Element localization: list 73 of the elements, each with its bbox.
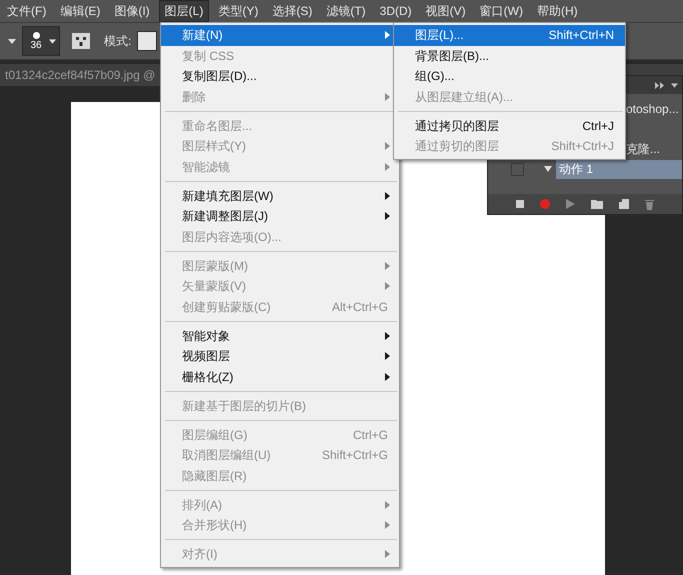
menu-item[interactable]: 新建填充图层(W) <box>161 186 399 206</box>
menu-bar-item[interactable]: 窗口(W) <box>474 0 528 22</box>
action-row[interactable]: 动作 1 <box>556 160 682 178</box>
menu-item-label: 图层编组(G) <box>182 426 248 444</box>
menu-item[interactable]: 背景图层(B)... <box>394 46 625 66</box>
folder-icon[interactable] <box>591 199 603 209</box>
brush-panel-icon[interactable] <box>72 33 90 49</box>
menu-item-label: 图层内容选项(O)... <box>182 228 282 246</box>
document-tab[interactable]: t01324c2cef84f57b09.jpg @ <box>5 66 156 84</box>
shortcut-label: Alt+Ctrl+G <box>332 298 388 316</box>
menu-item-label: 视频图层 <box>182 348 231 366</box>
menu-item-label: 复制 CSS <box>182 48 236 65</box>
menu-item-label: 通过剪切的图层 <box>415 138 500 156</box>
menu-item-label: 新建填充图层(W) <box>182 188 274 205</box>
menu-item-label: 图层(L)... <box>415 27 465 44</box>
mode-label: 模式: <box>104 33 132 50</box>
menu-item-label: 取消图层编组(U) <box>182 447 272 464</box>
menu-item[interactable]: 通过拷贝的图层 Ctrl+J <box>394 116 625 136</box>
brush-dot-icon <box>32 32 40 38</box>
menu-bar-item[interactable]: 选择(S) <box>267 0 318 22</box>
menu-item-label: 新建(N) <box>182 27 224 44</box>
menu-item-label: 通过拷贝的图层 <box>415 118 500 135</box>
menu-item[interactable]: 栅格化(Z) <box>161 366 399 387</box>
menu-bar-item[interactable]: 3D(D) <box>374 0 417 22</box>
expand-triangle-icon[interactable] <box>544 166 552 172</box>
menu-item-label: 隐藏图层(R) <box>182 468 248 485</box>
menu-item[interactable]: 智能对象 <box>161 326 399 346</box>
menu-item-label: 背景图层(B)... <box>415 48 490 65</box>
menu-item-label: 排列(A) <box>182 496 223 514</box>
menu-item-label: 删除 <box>182 88 207 106</box>
menu-item-label: 组(G)... <box>415 68 456 86</box>
caret-icon[interactable] <box>8 38 16 44</box>
menu-item-label: 复制图层(D)... <box>182 68 258 86</box>
checkbox[interactable] <box>511 162 524 176</box>
menu-item[interactable]: 视频图层 <box>161 346 399 366</box>
brush-preset-picker[interactable]: 36 <box>22 26 60 56</box>
menu-item-label: 对齐(I) <box>182 546 218 564</box>
shortcut-label: Shift+Ctrl+J <box>551 138 614 156</box>
menu-bar-item[interactable]: 图层(L) <box>158 0 210 22</box>
menu-item-label: 图层蒙版(M) <box>182 258 249 275</box>
menu-item-label: 智能滤镜 <box>182 158 231 176</box>
mode-dropdown[interactable] <box>137 31 158 51</box>
menu-item-label: 栅格化(Z) <box>182 368 234 386</box>
shortcut-label: Ctrl+J <box>582 118 614 135</box>
menu-item-label: 从图层建立组(A)... <box>415 88 514 106</box>
menu-item[interactable]: 图层(L)... Shift+Ctrl+N <box>394 25 625 46</box>
caret-icon[interactable] <box>671 82 678 88</box>
menu-bar-item[interactable]: 图像(I) <box>109 0 155 22</box>
menu-bar-item[interactable]: 编辑(E) <box>55 0 106 22</box>
shortcut-label: Ctrl+G <box>352 426 388 444</box>
menu-item-label: 新建基于图层的切片(B) <box>182 398 307 415</box>
menu-bar-item[interactable]: 视图(V) <box>420 0 471 22</box>
menu-item-label: 新建调整图层(J) <box>182 208 269 226</box>
shortcut-label: Shift+Ctrl+N <box>548 27 614 44</box>
menu-item-label: 图层样式(Y) <box>182 138 247 156</box>
menu-item-label: 重命名图层... <box>182 118 254 135</box>
menu-item-label: 智能对象 <box>182 328 231 345</box>
menu-item-label: 合并形状(H) <box>182 517 248 534</box>
trash-icon[interactable] <box>645 198 654 210</box>
shortcut-label: Shift+Ctrl+G <box>322 447 388 464</box>
menu-item-label: 创建剪贴蒙版(C) <box>182 298 272 316</box>
menu-item[interactable]: 组(G)... <box>394 66 625 86</box>
double-chevron-icon[interactable] <box>655 82 665 88</box>
menu-bar-item[interactable]: 类型(Y) <box>213 0 264 22</box>
menu-bar-item[interactable]: 滤镜(T) <box>321 0 371 22</box>
brush-size-label: 36 <box>30 40 42 50</box>
menu-item-label: 矢量蒙版(V) <box>182 278 247 296</box>
menu-bar-item[interactable]: 帮助(H) <box>532 0 583 22</box>
play-icon[interactable] <box>566 199 575 209</box>
new-action-icon[interactable] <box>619 199 629 209</box>
caret-icon <box>49 38 56 44</box>
menu-item[interactable]: 新建调整图层(J) <box>161 206 399 226</box>
menu-bar-item[interactable]: 文件(F) <box>2 0 52 22</box>
